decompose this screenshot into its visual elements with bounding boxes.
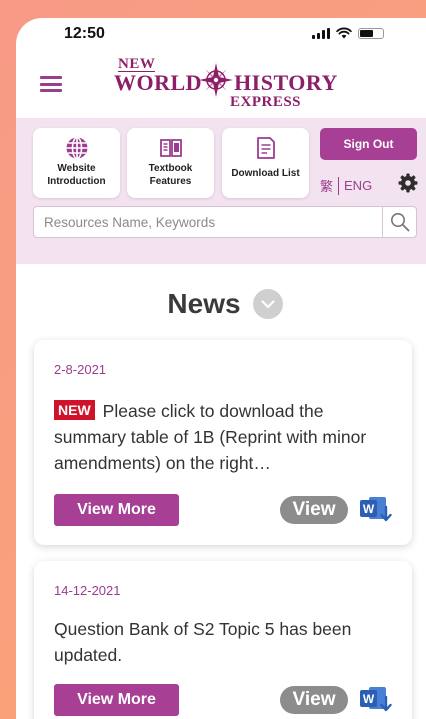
news-title: News [167, 288, 241, 319]
signal-icon [312, 27, 330, 39]
language-switcher: 繁 ENG [320, 176, 372, 195]
news-date: 2-8-2021 [54, 362, 107, 377]
status-time: 12:50 [64, 25, 105, 42]
hamburger-menu-icon[interactable] [40, 76, 62, 92]
chevron-down-icon[interactable] [252, 289, 283, 319]
lang-traditional-chinese[interactable]: 繁 [320, 176, 333, 195]
view-button[interactable]: View [280, 496, 348, 524]
status-icons [312, 27, 384, 39]
app-logo[interactable]: NEW WORLD HISTORY EXPRESS [114, 56, 344, 116]
logo-express-text: EXPRESS [230, 94, 302, 110]
svg-text:W: W [363, 692, 375, 706]
search-input[interactable] [34, 207, 382, 237]
phone-screen: 12:50 NEW WORLD HISTORY EXPRESS Website … [16, 18, 426, 719]
news-text: Question Bank of S2 Topic 5 has been upd… [54, 616, 394, 668]
app-header: NEW WORLD HISTORY EXPRESS [16, 48, 426, 118]
news-card: 2-8-2021 NEW Please click to download the… [34, 340, 412, 545]
battery-icon [358, 27, 384, 39]
view-more-button[interactable]: View More [54, 494, 179, 526]
status-bar: 12:50 [16, 18, 426, 48]
view-button[interactable]: View [280, 686, 348, 714]
news-body: Please click to download the summary tab… [54, 401, 367, 473]
new-badge: NEW [54, 400, 95, 420]
svg-text:W: W [363, 502, 375, 516]
toolbar: Website Introduction Textbook Features D… [16, 118, 426, 264]
globe-icon [66, 136, 87, 160]
search-bar [33, 206, 417, 238]
wifi-icon [336, 27, 352, 39]
website-introduction-label: Website Introduction [47, 163, 106, 187]
document-list-icon [256, 137, 275, 159]
compass-icon [199, 63, 233, 97]
gear-icon[interactable] [398, 173, 418, 193]
view-more-button[interactable]: View More [54, 684, 179, 716]
download-list-button[interactable]: Download List [222, 128, 309, 198]
download-list-label: Download List [231, 168, 300, 179]
website-introduction-button[interactable]: Website Introduction [33, 128, 120, 198]
book-icon [159, 139, 182, 157]
news-text: NEW Please click to download the summary … [54, 398, 394, 476]
search-button[interactable] [382, 207, 416, 237]
lang-divider [338, 176, 340, 195]
news-body: Question Bank of S2 Topic 5 has been upd… [54, 619, 352, 665]
word-download-icon[interactable]: W [360, 685, 394, 715]
word-download-icon[interactable]: W [360, 495, 394, 525]
news-heading: News [16, 288, 426, 320]
news-date: 14-12-2021 [54, 583, 121, 598]
textbook-features-button[interactable]: Textbook Features [127, 128, 214, 198]
sign-out-button[interactable]: Sign Out [320, 128, 417, 160]
lang-english[interactable]: ENG [344, 178, 372, 193]
textbook-features-label: Textbook Features [148, 163, 193, 187]
search-icon [390, 213, 409, 232]
news-card: 14-12-2021 Question Bank of S2 Topic 5 h… [34, 561, 412, 719]
